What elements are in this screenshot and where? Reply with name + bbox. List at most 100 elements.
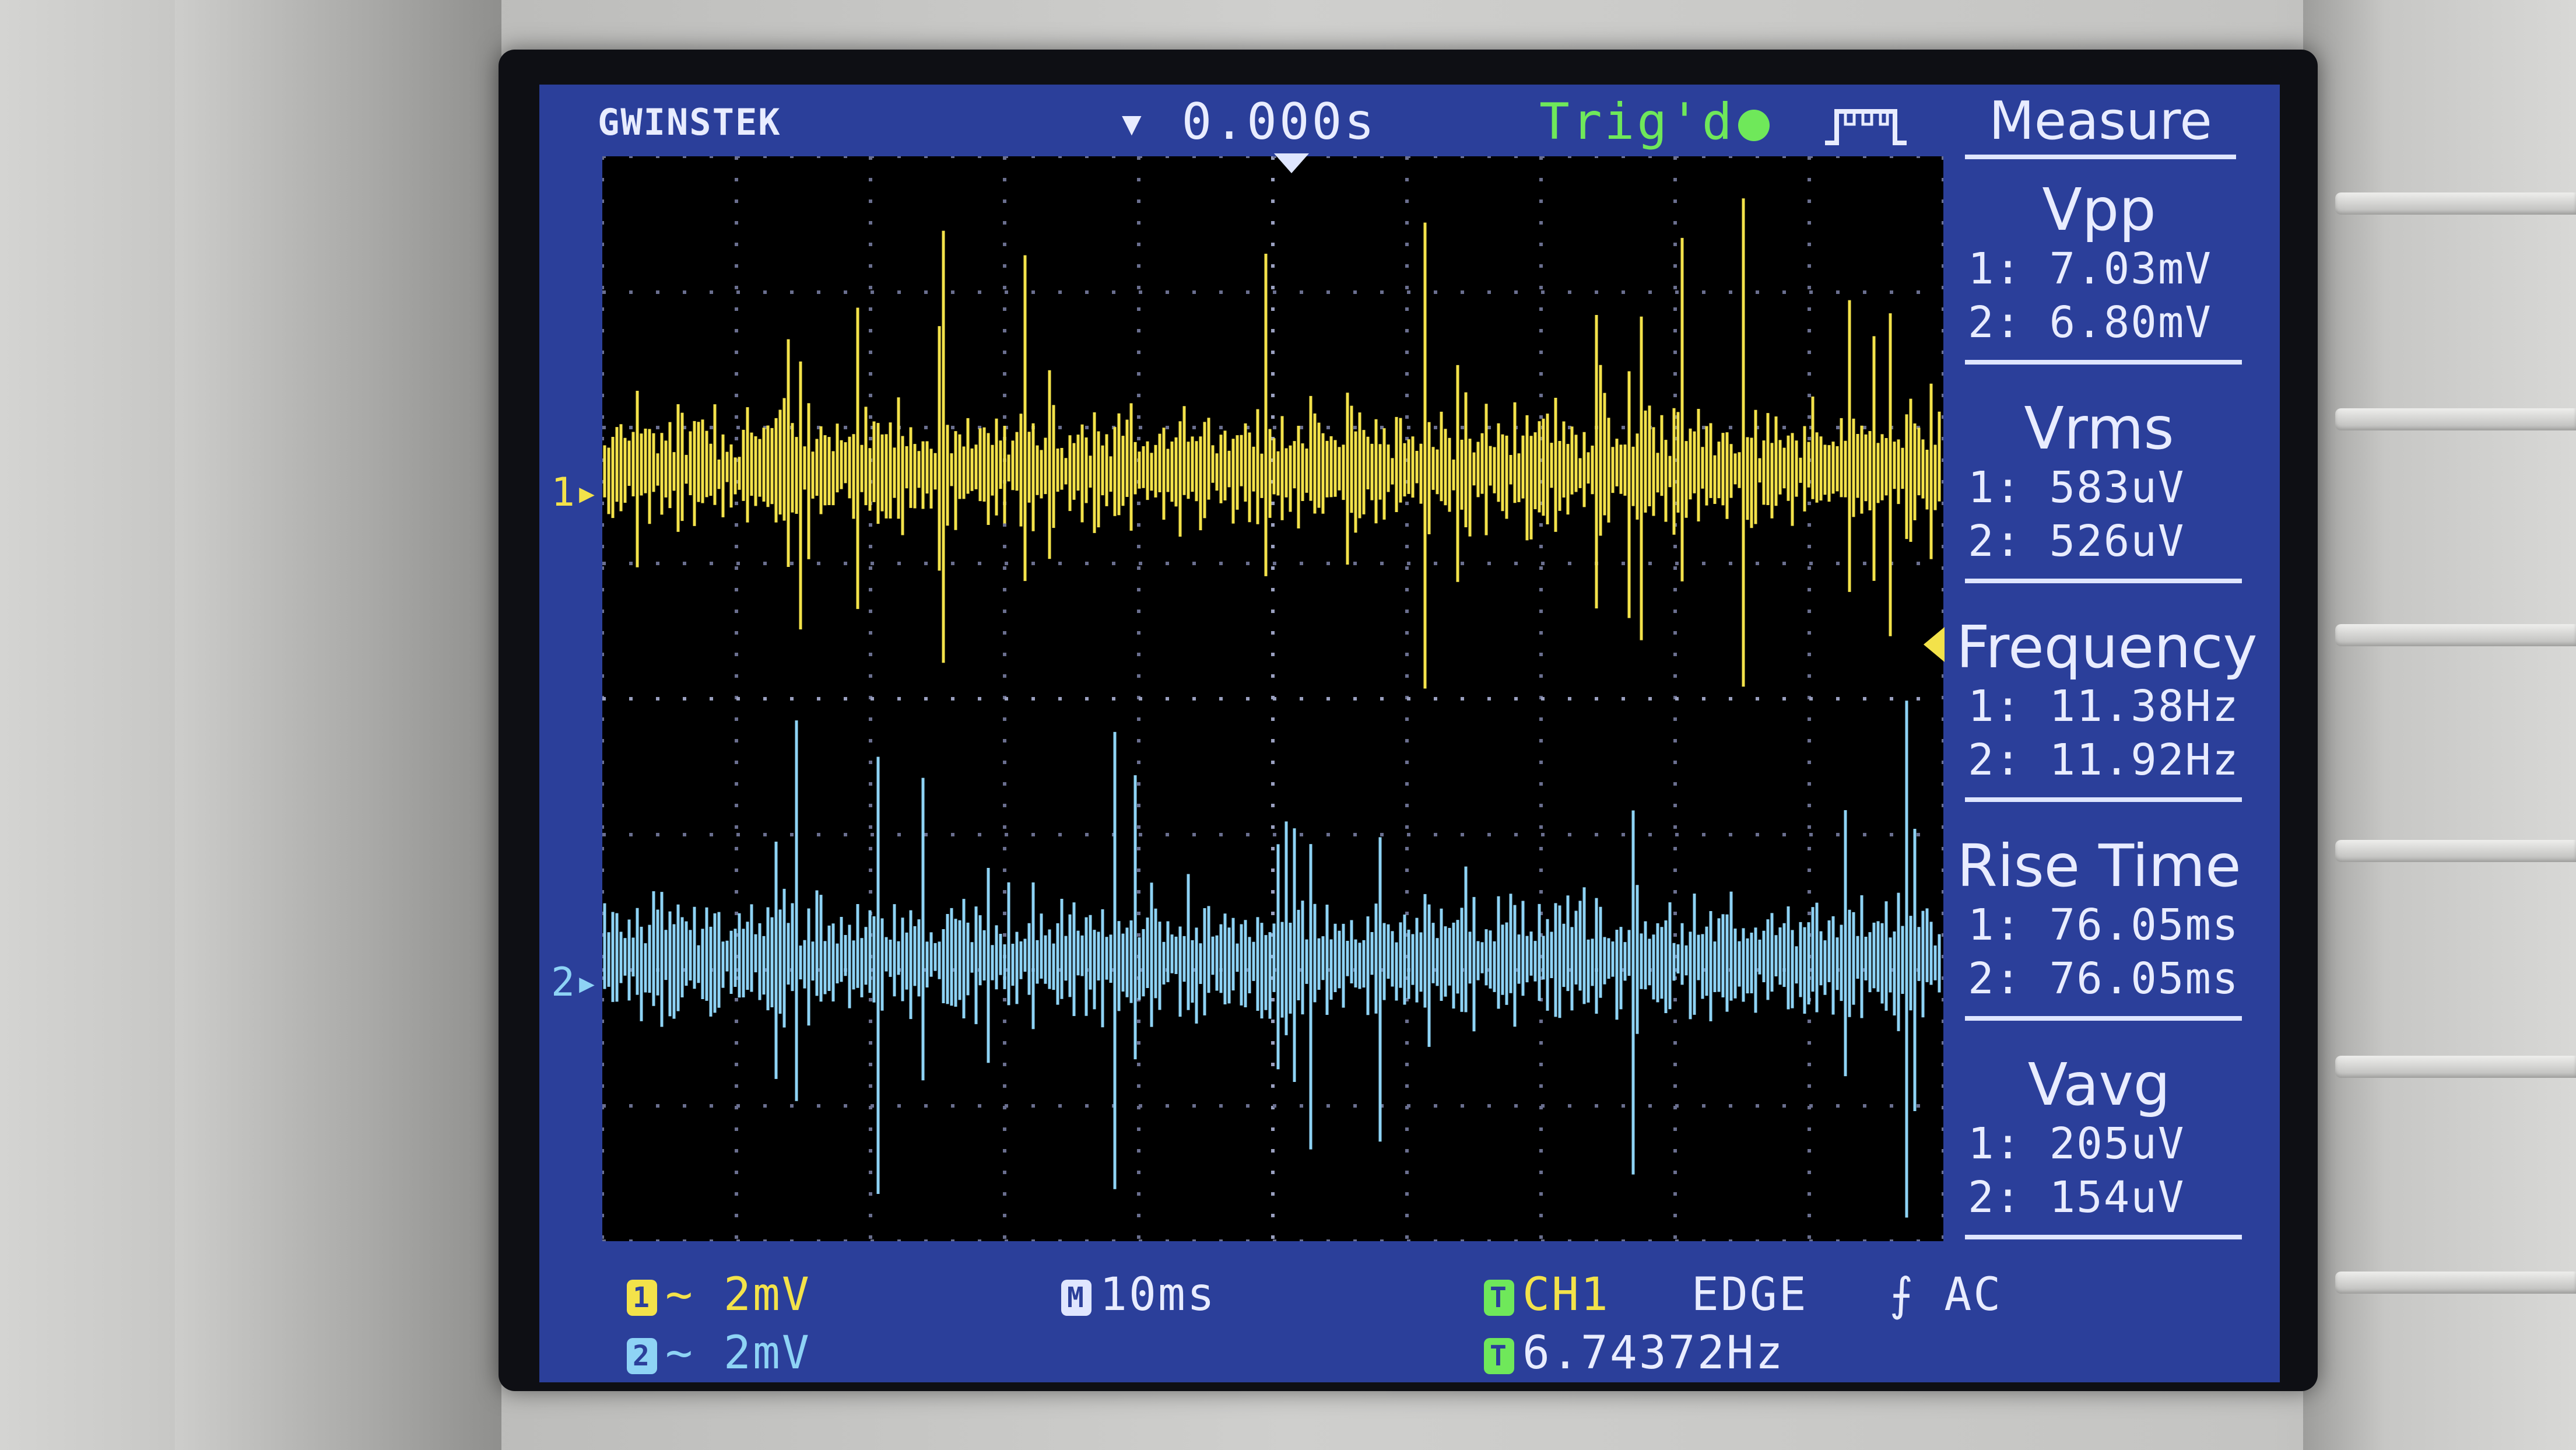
graticule-dot <box>1756 833 1759 836</box>
graticule-dot <box>1917 697 1920 701</box>
graticule-dot <box>1539 588 1543 591</box>
graticule-dot <box>1003 847 1006 850</box>
graticule-dot <box>1058 426 1062 429</box>
graticule-dot <box>1166 1104 1169 1108</box>
graticule-dot <box>629 290 633 294</box>
graticule-dot <box>735 631 738 635</box>
graticule-dot <box>1192 833 1196 836</box>
graticule-dot <box>1622 833 1625 836</box>
measure-item-rise-time[interactable]: Rise Time 1: 76.05ms 2: 76.05ms <box>1956 834 2242 1021</box>
graticule-dot <box>1405 631 1409 635</box>
graticule-dot <box>1271 739 1275 742</box>
graticule-dot <box>1675 697 1679 701</box>
graticule-dot <box>1219 697 1223 701</box>
graticule-dot <box>1003 804 1006 807</box>
graticule-dot <box>1137 523 1140 527</box>
graticule-dot <box>1808 1063 1811 1066</box>
graticule-dot <box>1271 502 1275 505</box>
ch1-position-marker[interactable]: 1▸ <box>551 470 599 516</box>
graticule-dot <box>1942 221 1943 225</box>
measure-item-vavg[interactable]: Vavg 1: 205uV 2: 154uV <box>1956 1053 2242 1239</box>
graticule-dot <box>629 156 633 158</box>
graticule-dot <box>1271 1192 1275 1196</box>
graticule-dot <box>1622 156 1625 158</box>
graticule-dot <box>1673 782 1677 786</box>
graticule-dot <box>869 1235 872 1239</box>
graticule-dot <box>1005 1239 1008 1241</box>
ch2-scale-readout[interactable]: 2 ~ 2mV <box>627 1327 811 1379</box>
graticule-dot <box>1271 1063 1275 1066</box>
graticule-dot <box>602 804 604 807</box>
graticule-dot <box>1539 1235 1543 1239</box>
ch1-scale-readout[interactable]: 1 ~ 2mV <box>627 1269 811 1321</box>
graticule-dot <box>1673 761 1677 764</box>
graticule-dot <box>1003 351 1006 354</box>
timebase-readout[interactable]: M 10ms <box>1061 1269 1216 1321</box>
graticule-dot <box>1192 290 1196 294</box>
graticule-dot <box>1137 739 1140 742</box>
graticule-dot <box>1003 221 1006 225</box>
graticule-dot <box>1405 178 1409 181</box>
graticule-dot <box>1808 890 1811 894</box>
graticule-dot <box>1942 674 1943 678</box>
graticule-dot <box>1003 761 1006 764</box>
measure-item-frequency[interactable]: Frequency 1: 11.38Hz 2: 11.92Hz <box>1956 615 2258 802</box>
graticule-dot <box>1673 1214 1677 1217</box>
graticule-dot <box>869 523 872 527</box>
graticule-dot <box>1673 199 1677 203</box>
graticule-dot <box>1137 610 1140 613</box>
graticule-dot <box>1539 782 1543 786</box>
graticule-dot <box>869 717 872 721</box>
graticule-dot <box>1673 394 1677 397</box>
time-position-readout: ▾ 0.000s <box>1117 93 1377 151</box>
trigger-settings-readout[interactable]: T CH1 EDGE ⨍ AC <box>1484 1269 2002 1321</box>
graticule-dot <box>1514 697 1518 701</box>
side-slot <box>2335 1272 2576 1294</box>
graticule-dot <box>1461 697 1464 701</box>
graticule-dot <box>1137 415 1140 419</box>
graticule-dot <box>1673 674 1677 678</box>
trigger-freq-badge: T <box>1484 1337 1514 1374</box>
graticule-dot <box>1942 739 1943 742</box>
graticule-dot <box>1273 1239 1276 1241</box>
graticule-dot <box>978 290 981 294</box>
graticule-dot <box>1461 1239 1464 1241</box>
graticule-dot <box>1942 351 1943 354</box>
graticule-dot <box>1112 1239 1115 1241</box>
measure-item-vpp[interactable]: Vpp 1: 7.03mV 2: 6.80mV <box>1956 178 2242 365</box>
graticule-dot <box>656 426 659 429</box>
graticule-dot <box>1808 545 1811 548</box>
graticule-dot <box>1003 329 1006 332</box>
graticule-dot <box>1942 761 1943 764</box>
graticule-dot <box>1326 1239 1330 1241</box>
graticule-dot <box>951 156 954 158</box>
graticule-dot <box>1058 697 1062 701</box>
graticule-dot <box>1271 178 1275 181</box>
graticule-dot <box>1405 372 1409 376</box>
graticule-dot <box>683 1104 686 1108</box>
graticule-dot <box>1782 833 1786 836</box>
graticule-dot <box>1756 697 1759 701</box>
graticule-dot <box>869 199 872 203</box>
measure-item-vrms[interactable]: Vrms 1: 583uV 2: 526uV <box>1956 397 2242 583</box>
graticule-dot <box>1809 562 1813 565</box>
graticule-dot <box>1622 290 1625 294</box>
graticule-dot <box>1003 631 1006 635</box>
graticule-dot <box>871 1239 874 1241</box>
graticule-dot <box>1675 1239 1679 1241</box>
graticule-dot <box>1405 868 1409 872</box>
graticule-dot <box>1192 1239 1196 1241</box>
graticule-dot <box>1729 1239 1732 1241</box>
graticule-dot <box>735 243 738 246</box>
graticule-dot <box>871 697 874 701</box>
graticule-dot <box>1326 156 1330 158</box>
ch2-position-marker[interactable]: 2▸ <box>551 959 599 1006</box>
graticule-dot <box>735 372 738 376</box>
graticule-dot <box>871 1104 874 1108</box>
graticule-dot <box>869 825 872 829</box>
graticule-dot <box>1808 415 1811 419</box>
graticule-dot <box>1673 1084 1677 1088</box>
graticule-dot <box>1942 696 1943 699</box>
graticule-dot <box>1031 562 1035 565</box>
menu-title[interactable]: Measure <box>1965 90 2236 152</box>
